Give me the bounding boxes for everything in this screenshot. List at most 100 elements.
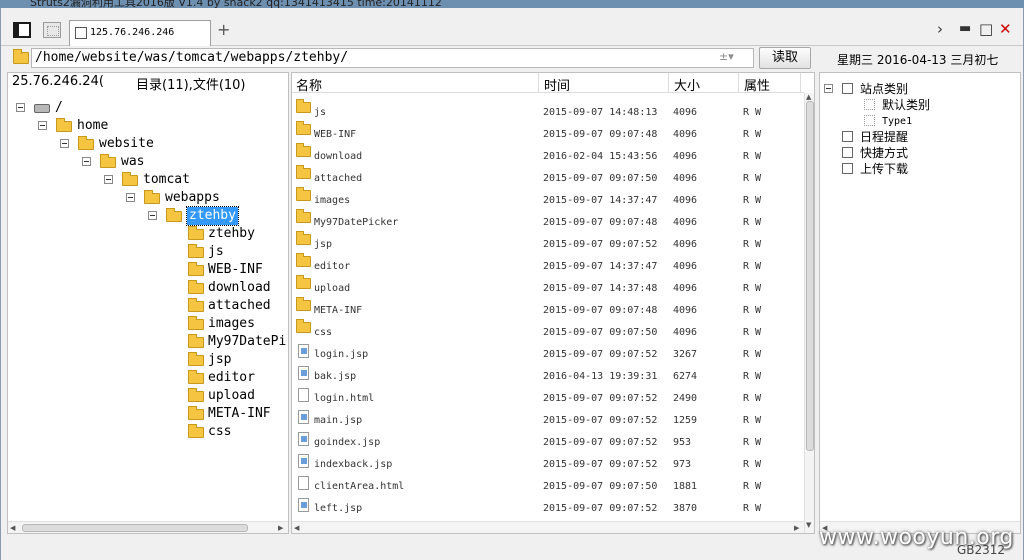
dir-summary: 目录(11),文件(10): [136, 78, 246, 91]
folder-icon: [188, 280, 204, 294]
folder-icon: [296, 231, 311, 245]
file-row[interactable]: jsp 2015-09-07 09:07:52 4096 R W: [292, 231, 804, 256]
file-time: 2015-09-07 09:07:48: [543, 217, 658, 228]
file-row[interactable]: indexback.jsp 2015-09-07 09:07:52 973 R W: [292, 454, 804, 476]
file-time: 2015-09-07 09:07:50: [543, 327, 658, 338]
tree-node-label: home: [77, 118, 109, 133]
file-size: 4096: [673, 239, 698, 250]
file-row[interactable]: js 2015-09-07 14:48:13 4096 R W: [292, 99, 804, 124]
tree-node-label: website: [99, 136, 154, 151]
tree-hscrollbar[interactable]: ◀ ▶: [8, 521, 288, 533]
file-row[interactable]: upload 2015-09-07 14:37:48 4096 R W: [292, 275, 804, 300]
site-tree-item[interactable]: 快捷方式: [820, 145, 1020, 161]
file-row[interactable]: main.jsp 2015-09-07 09:07:52 1259 R W: [292, 410, 804, 432]
maximize-icon[interactable]: □: [979, 20, 993, 38]
collapse-icon[interactable]: [126, 193, 135, 202]
category-icon: [864, 99, 875, 110]
file-name: goindex.jsp: [314, 437, 381, 448]
site-tree-item[interactable]: Type1: [820, 113, 1020, 129]
file-row[interactable]: attached 2015-09-07 09:07:50 4096 R W: [292, 165, 804, 190]
site-tree-item[interactable]: 站点类别: [820, 81, 1020, 97]
tree-node-label: webapps: [165, 190, 220, 205]
collapse-icon[interactable]: [60, 139, 69, 148]
site-tree-item[interactable]: 日程提醒: [820, 129, 1020, 145]
folder-icon: [188, 334, 204, 348]
file-time: 2015-09-07 14:37:47: [543, 261, 658, 272]
jsp-file-icon: [298, 432, 309, 446]
file-row[interactable]: images 2015-09-07 14:37:47 4096 R W: [292, 187, 804, 212]
collapse-icon[interactable]: [38, 121, 47, 130]
col-size[interactable]: 大小: [674, 75, 700, 94]
site-tree-item[interactable]: 上传下载: [820, 161, 1020, 177]
folder-icon: [188, 406, 204, 420]
file-row[interactable]: My97DatePicker 2015-09-07 09:07:48 4096 R W: [292, 209, 804, 234]
read-button[interactable]: 读取: [759, 47, 811, 69]
collapse-icon[interactable]: [104, 175, 113, 184]
file-name: My97DatePicker: [314, 217, 399, 228]
screenshot-icon[interactable]: [43, 22, 61, 38]
folder-icon: [188, 370, 204, 384]
tree-node-label: js: [208, 244, 224, 259]
folder-icon: [296, 99, 311, 113]
file-size: 3267: [673, 349, 698, 360]
site-tree-label: 站点类别: [860, 82, 909, 96]
tree-node-label: My97DatePi: [208, 334, 287, 349]
file-size: 953: [673, 437, 692, 448]
file-attr: R W: [743, 151, 762, 162]
file-row[interactable]: login.html 2015-09-07 09:07:52 2490 R W: [292, 388, 804, 410]
collapse-icon[interactable]: [16, 103, 25, 112]
drive-icon: [34, 104, 50, 113]
folder-icon: [296, 297, 311, 311]
file-size: 3870: [673, 503, 698, 514]
file-row[interactable]: WEB-INF 2015-09-07 09:07:48 4096 R W: [292, 121, 804, 146]
directory-tree-panel: 25.76.246.24( 目录(11),文件(10) / home website…: [7, 72, 289, 534]
file-row[interactable]: login.jsp 2015-09-07 09:07:52 3267 R W: [292, 344, 804, 366]
folder-icon: [122, 172, 138, 186]
collapse-icon[interactable]: [148, 211, 157, 220]
file-hscrollbar[interactable]: ◀ ▶: [292, 521, 804, 533]
file-row[interactable]: download 2016-02-04 15:43:56 4096 R W: [292, 143, 804, 168]
file-time: 2015-09-07 09:07:50: [543, 481, 658, 492]
file-row[interactable]: goindex.jsp 2015-09-07 09:07:52 953 R W: [292, 432, 804, 454]
file-row[interactable]: left.jsp 2015-09-07 09:07:52 3870 R W: [292, 498, 804, 520]
toggle-sidebar-icon[interactable]: [13, 22, 31, 38]
tab-page-icon: [75, 27, 87, 39]
title-bar: Struts2漏洞利用工具2016版 V1.4 by shack2 qq:134…: [0, 0, 1024, 8]
file-time: 2015-09-07 09:07:52: [543, 349, 658, 360]
folder-icon: [296, 209, 311, 223]
file-attr: R W: [743, 415, 762, 426]
site-tree-item[interactable]: 默认类别: [820, 97, 1020, 113]
new-tab-button[interactable]: +: [217, 22, 230, 38]
file-row[interactable]: META-INF 2015-09-07 09:07:48 4096 R W: [292, 297, 804, 322]
path-dropdown[interactable]: ±▾: [719, 50, 734, 63]
file-row[interactable]: editor 2015-09-07 14:37:47 4096 R W: [292, 253, 804, 278]
file-size: 4096: [673, 283, 698, 294]
folder-icon: [78, 136, 94, 150]
close-icon[interactable]: ✕: [999, 20, 1012, 38]
html-file-icon: [298, 476, 309, 490]
file-row[interactable]: clientArea.html 2015-09-07 09:07:50 1881 R …: [292, 476, 804, 498]
col-name[interactable]: 名称: [296, 75, 322, 94]
node-icon: [842, 147, 853, 158]
site-tree-label: 快捷方式: [860, 146, 909, 160]
file-size: 4096: [673, 151, 698, 162]
file-name: js: [314, 107, 327, 118]
file-name: indexback.jsp: [314, 459, 393, 470]
calendar-date: 星期三 2016-04-13 三月初七: [837, 53, 999, 67]
tab-host[interactable]: 125.76.246.246: [69, 20, 211, 46]
col-attr[interactable]: 属性: [744, 75, 770, 94]
folder-open-icon: [166, 208, 182, 222]
collapse-icon[interactable]: [82, 157, 91, 166]
path-input[interactable]: /home/website/was/tomcat/webapps/ztehby/: [31, 48, 754, 68]
col-time[interactable]: 时间: [544, 75, 570, 94]
file-row[interactable]: css 2015-09-07 09:07:50 4096 R W: [292, 319, 804, 344]
file-size: 4096: [673, 195, 698, 206]
file-size: 4096: [673, 217, 698, 228]
tree-node-label: upload: [208, 388, 255, 403]
minimize-icon[interactable]: ▬: [959, 20, 971, 38]
tree-node-label: META-INF: [208, 406, 271, 421]
chevron-right-icon[interactable]: ›: [937, 20, 943, 38]
file-row[interactable]: bak.jsp 2016-04-13 19:39:31 6274 R W: [292, 366, 804, 388]
file-vscrollbar[interactable]: ▲ ▼: [804, 93, 814, 533]
collapse-icon[interactable]: [824, 84, 833, 93]
